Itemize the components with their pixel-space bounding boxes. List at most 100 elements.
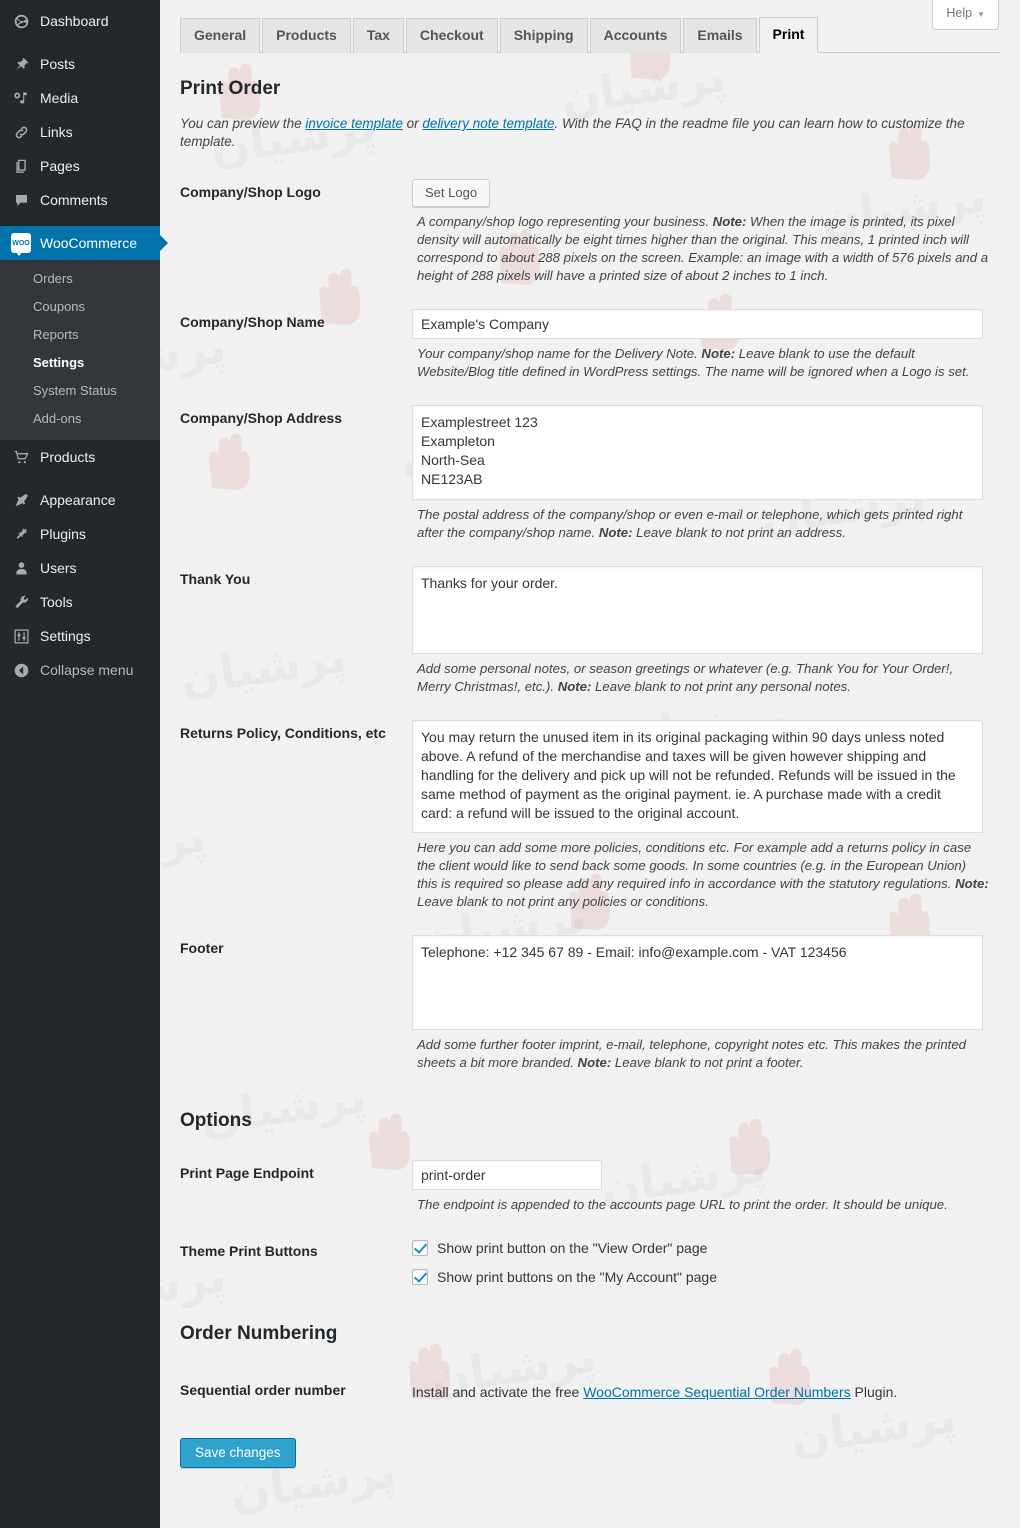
label-print-page-endpoint: Print Page Endpoint xyxy=(180,1165,314,1181)
desc-company-logo: A company/shop logo representing your bu… xyxy=(417,213,990,285)
checkbox-row-my-account[interactable]: Show print buttons on the "My Account" p… xyxy=(412,1269,990,1285)
sidebar-item-media[interactable]: Media xyxy=(0,81,160,115)
sidebar-item-products[interactable]: Products xyxy=(0,440,160,474)
field-row-footer: Footer Telephone: +12 345 67 89 - Email:… xyxy=(180,923,1000,1084)
plugin-text-post: Plugin. xyxy=(850,1384,898,1400)
desc-text: Leave blank to not print any policies or… xyxy=(417,894,709,909)
view-order-checkbox-label: Show print button on the "View Order" pa… xyxy=(437,1240,708,1256)
help-button[interactable]: Help ▼ xyxy=(932,0,999,30)
print-page-endpoint-input[interactable] xyxy=(412,1160,602,1190)
sidebar-subitem-orders[interactable]: Orders xyxy=(0,265,160,293)
comment-icon xyxy=(11,190,31,210)
sidebar-item-tools[interactable]: Tools xyxy=(0,585,160,619)
company-address-textarea[interactable]: Examplestreet 123 Exampleton North-Sea N… xyxy=(412,405,983,500)
sidebar-item-users[interactable]: Users xyxy=(0,551,160,585)
desc-text: Your company/shop name for the Delivery … xyxy=(417,346,702,361)
brush-icon xyxy=(11,490,31,510)
field-row-company-address: Company/Shop Address Examplestreet 123 E… xyxy=(180,393,1000,554)
label-sequential-order-number: Sequential order number xyxy=(180,1382,346,1398)
sidebar-item-label: Products xyxy=(40,449,96,465)
sidebar-item-links[interactable]: Links xyxy=(0,115,160,149)
desc-note: Note: xyxy=(955,876,989,891)
sidebar-item-label: Plugins xyxy=(40,526,86,542)
checkbox-row-view-order[interactable]: Show print button on the "View Order" pa… xyxy=(412,1240,990,1256)
tab-products[interactable]: Products xyxy=(262,18,351,53)
delivery-note-template-link[interactable]: delivery note template xyxy=(422,116,554,131)
field-row-logo: Company/Shop Logo Set Logo A company/sho… xyxy=(180,167,1000,297)
order-numbering-heading: Order Numbering xyxy=(180,1323,338,1344)
plugin-text-pre: Install and activate the free xyxy=(412,1384,584,1400)
footer-textarea[interactable]: Telephone: +12 345 67 89 - Email: info@e… xyxy=(412,935,983,1030)
desc-print-page-endpoint: The endpoint is appended to the accounts… xyxy=(417,1197,948,1212)
page-title: Print Order xyxy=(180,78,281,99)
sidebar-item-label: Users xyxy=(40,560,77,576)
tab-emails[interactable]: Emails xyxy=(683,18,757,53)
sidebar-item-label: Settings xyxy=(40,628,91,644)
intro-mid: or xyxy=(402,116,423,131)
options-table: Print Page Endpoint The endpoint is appe… xyxy=(180,1148,1000,1297)
save-section: Save changes xyxy=(180,1437,1000,1498)
sidebar-item-label: Media xyxy=(40,90,79,106)
woocommerce-submenu: Orders Coupons Reports Settings System S… xyxy=(0,260,160,440)
thank-you-textarea[interactable]: Thanks for your order. xyxy=(412,566,983,654)
sidebar-item-appearance[interactable]: Appearance xyxy=(0,483,160,517)
order-numbering-table: Sequential order number Install and acti… xyxy=(180,1361,1000,1416)
tab-shipping[interactable]: Shipping xyxy=(499,18,588,53)
media-icon xyxy=(11,88,31,108)
desc-footer: Add some further footer imprint, e-mail,… xyxy=(417,1036,990,1072)
user-icon xyxy=(11,558,31,578)
my-account-checkbox-label: Show print buttons on the "My Account" p… xyxy=(437,1269,717,1285)
cart-icon xyxy=(11,447,31,467)
tab-print[interactable]: Print xyxy=(758,17,819,53)
sidebar-item-settings[interactable]: Settings xyxy=(0,619,160,653)
invoice-template-link[interactable]: invoice template xyxy=(305,116,403,131)
label-returns-policy: Returns Policy, Conditions, etc xyxy=(180,725,386,741)
print-settings-table: Company/Shop Logo Set Logo A company/sho… xyxy=(180,167,1000,1084)
field-row-company-name: Company/Shop Name Your company/shop name… xyxy=(180,297,1000,393)
sidebar-subitem-reports[interactable]: Reports xyxy=(0,321,160,349)
sidebar-item-label: Comments xyxy=(40,192,108,208)
sliders-icon xyxy=(11,626,31,646)
sidebar-item-comments[interactable]: Comments xyxy=(0,183,160,217)
sidebar-subitem-add-ons[interactable]: Add-ons xyxy=(0,405,160,433)
company-name-input[interactable] xyxy=(412,309,983,339)
sidebar-item-dashboard[interactable]: Dashboard xyxy=(0,4,160,38)
sidebar-item-label: Appearance xyxy=(40,492,116,508)
sidebar-subitem-coupons[interactable]: Coupons xyxy=(0,293,160,321)
desc-note: Note: xyxy=(712,214,747,229)
field-row-print-endpoint: Print Page Endpoint The endpoint is appe… xyxy=(180,1148,1000,1226)
sidebar-subitem-system-status[interactable]: System Status xyxy=(0,377,160,405)
my-account-checkbox[interactable] xyxy=(412,1269,428,1285)
sequential-order-numbers-link[interactable]: WooCommerce Sequential Order Numbers xyxy=(583,1384,850,1400)
label-theme-print-buttons: Theme Print Buttons xyxy=(180,1243,318,1259)
tab-accounts[interactable]: Accounts xyxy=(589,18,682,53)
desc-company-address: The postal address of the company/shop o… xyxy=(417,506,990,542)
link-icon xyxy=(11,122,31,142)
sidebar-item-posts[interactable]: Posts xyxy=(0,47,160,81)
set-logo-button[interactable]: Set Logo xyxy=(412,179,491,207)
wrench-icon xyxy=(11,592,31,612)
sidebar-item-label: Dashboard xyxy=(40,13,109,29)
tab-general[interactable]: General xyxy=(180,18,261,53)
sidebar-item-collapse-menu[interactable]: Collapse menu xyxy=(0,653,160,687)
sidebar-item-plugins[interactable]: Plugins xyxy=(0,517,160,551)
sidebar-item-woocommerce[interactable]: WOO WooCommerce xyxy=(0,226,160,260)
sidebar-subitem-settings[interactable]: Settings xyxy=(0,349,160,377)
desc-thank-you: Add some personal notes, or season greet… xyxy=(417,660,990,696)
admin-sidebar: Dashboard Posts Media Links Pages Commen… xyxy=(0,0,160,1528)
sidebar-item-pages[interactable]: Pages xyxy=(0,149,160,183)
chevron-down-icon: ▼ xyxy=(977,10,985,19)
label-company-logo: Company/Shop Logo xyxy=(180,184,321,200)
save-changes-button[interactable]: Save changes xyxy=(180,1437,296,1468)
desc-note: Note: xyxy=(577,1055,612,1070)
label-footer: Footer xyxy=(180,940,224,956)
tab-checkout[interactable]: Checkout xyxy=(405,18,498,53)
intro-paragraph: You can preview the invoice template or … xyxy=(180,115,1000,151)
view-order-checkbox[interactable] xyxy=(412,1240,428,1256)
label-thank-you: Thank You xyxy=(180,571,251,587)
returns-policy-textarea[interactable]: You may return the unused item in its or… xyxy=(412,720,983,833)
desc-returns-policy: Here you can add some more policies, con… xyxy=(417,839,990,911)
options-heading: Options xyxy=(180,1110,252,1131)
desc-company-name: Your company/shop name for the Delivery … xyxy=(417,345,990,381)
tab-tax[interactable]: Tax xyxy=(352,18,404,53)
